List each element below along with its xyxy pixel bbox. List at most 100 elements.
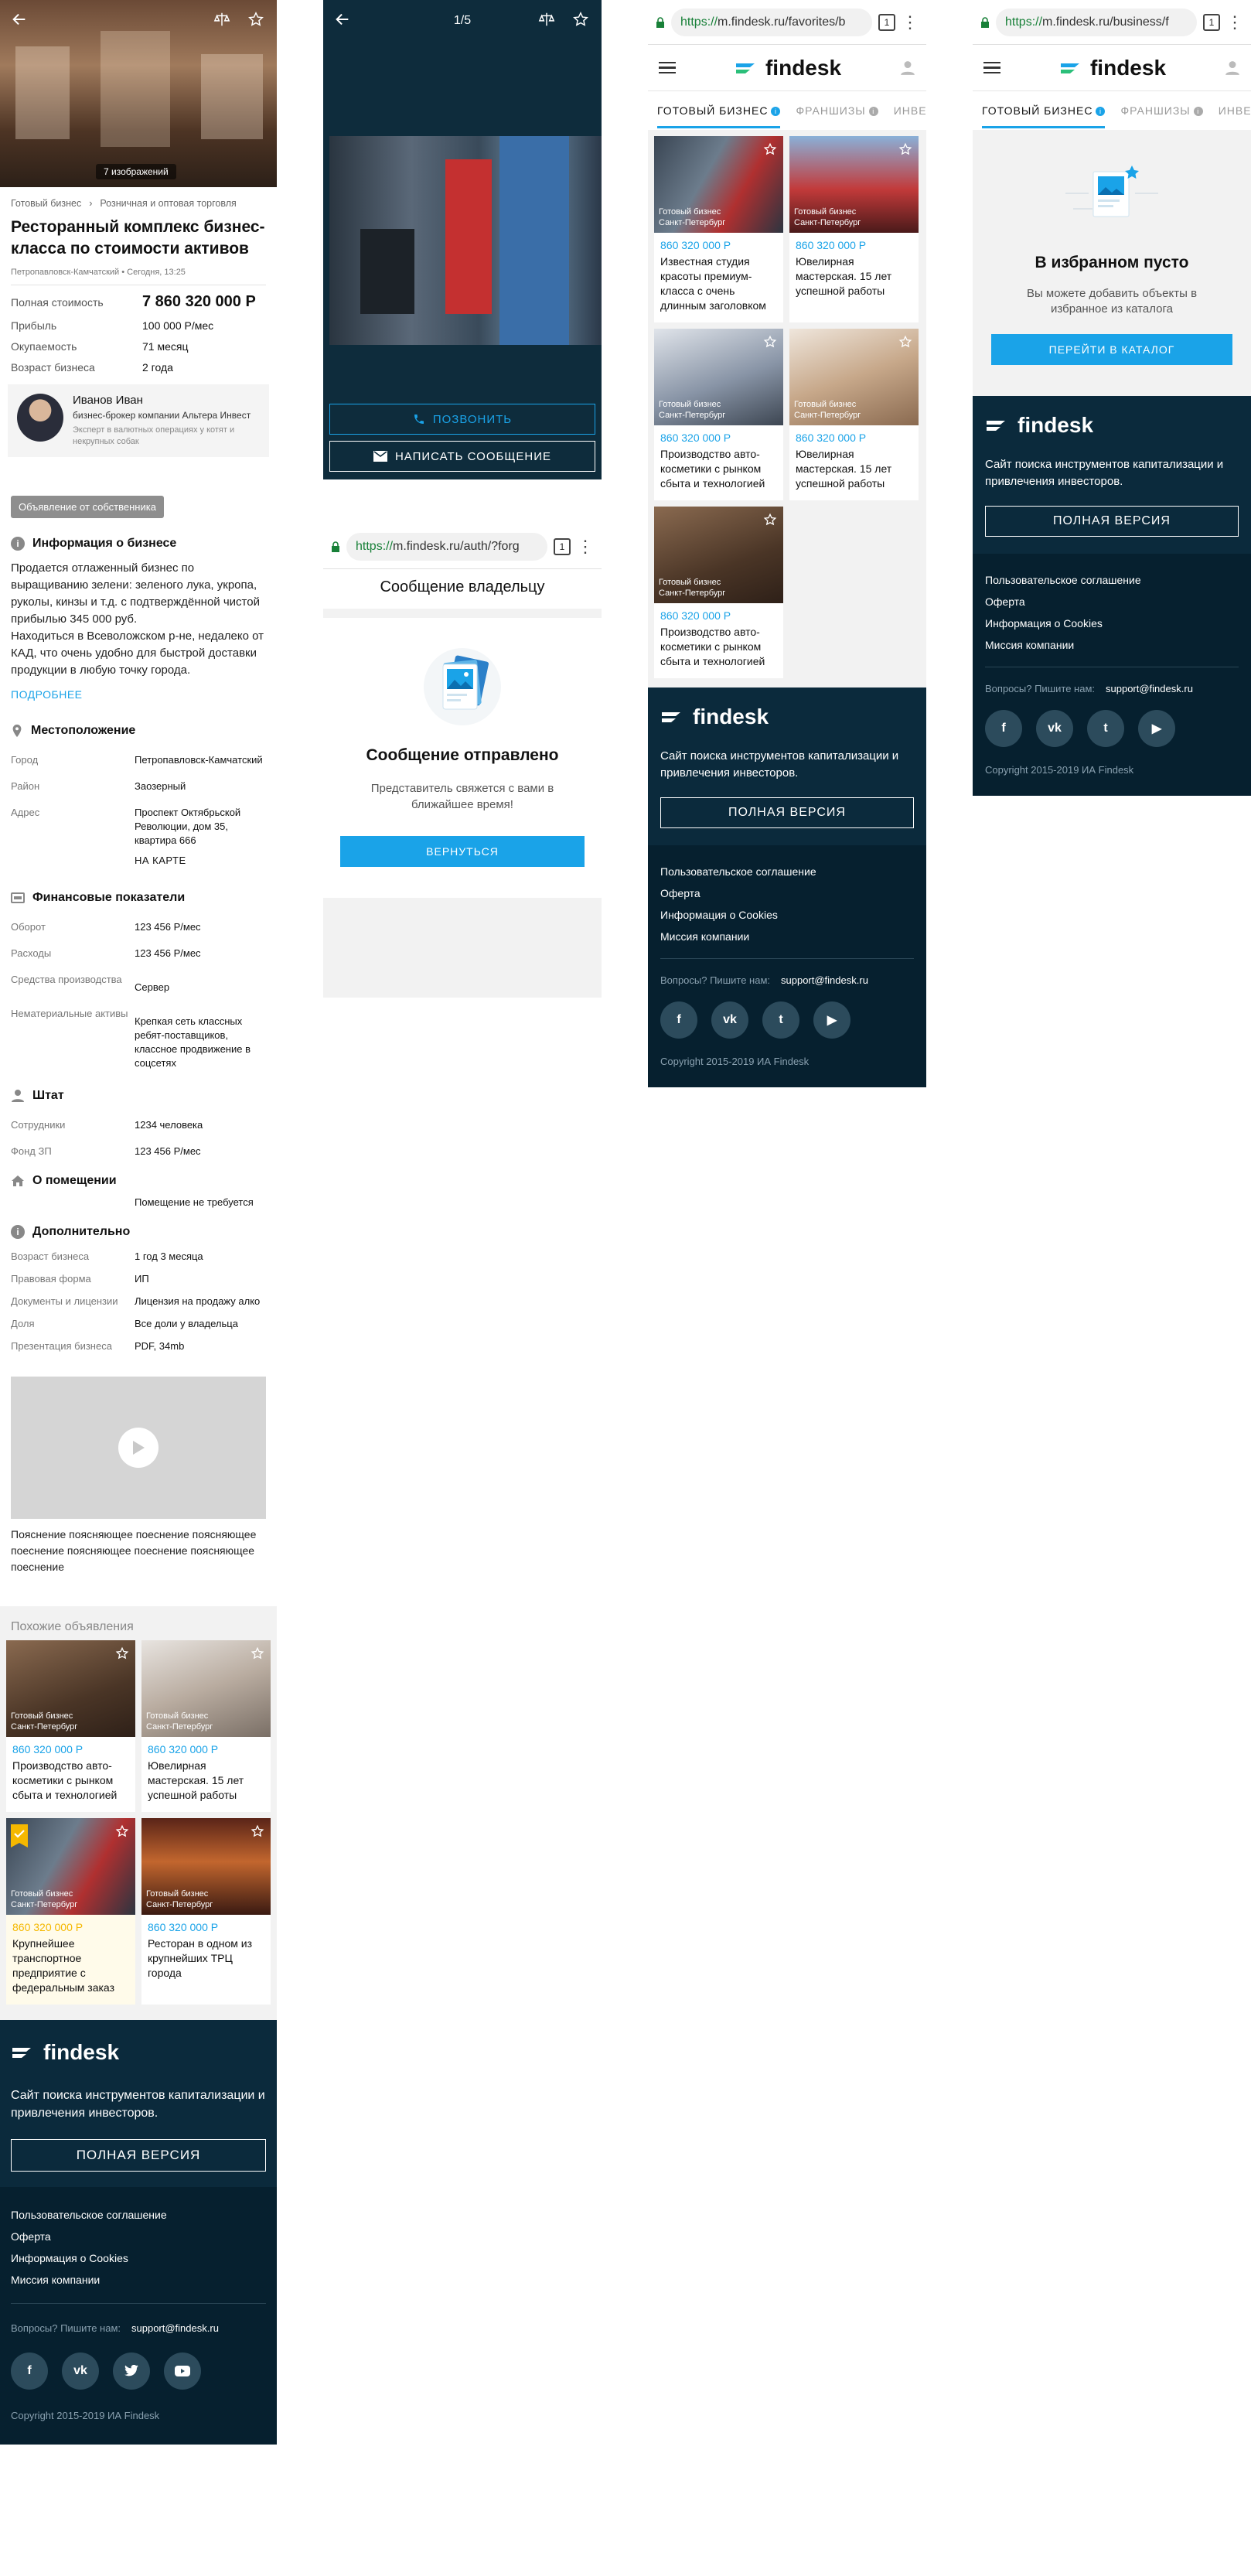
star-icon[interactable]: [251, 1824, 264, 1838]
more-vert-icon[interactable]: ⋮: [902, 13, 919, 31]
compare-icon[interactable]: [213, 11, 230, 28]
tab-franchises[interactable]: ФРАНШИЗЫ i: [1120, 104, 1203, 117]
send-message-button[interactable]: НАПИСАТЬ СООБЩЕНИЕ: [329, 441, 595, 472]
more-vert-icon[interactable]: ⋮: [1226, 13, 1243, 31]
card-title: Крупнейшее транспортное предприятие с фе…: [12, 1937, 114, 1994]
star-icon[interactable]: [247, 11, 264, 28]
full-version-button[interactable]: ПОЛНАЯ ВЕРСИЯ: [11, 2139, 266, 2172]
more-link[interactable]: ПОДРОБНЕЕ: [0, 679, 277, 701]
star-icon[interactable]: [763, 335, 777, 349]
full-version-button[interactable]: ПОЛНАЯ ВЕРСИЯ: [660, 797, 914, 828]
star-icon[interactable]: [763, 142, 777, 156]
presentation-link[interactable]: PDF, 34mb: [135, 1339, 266, 1353]
play-icon[interactable]: [118, 1428, 159, 1468]
facebook-icon[interactable]: f: [985, 710, 1022, 747]
video-player[interactable]: [11, 1377, 266, 1519]
gallery-photo[interactable]: [329, 136, 602, 345]
map-link[interactable]: НА КАРТЕ: [135, 854, 266, 868]
footer-link[interactable]: Информация о Cookies: [985, 612, 1239, 634]
footer-link[interactable]: Оферта: [985, 591, 1239, 612]
support-email[interactable]: support@findesk.ru: [1106, 683, 1193, 694]
tabs-count-button[interactable]: 1: [554, 537, 571, 555]
full-version-button[interactable]: ПОЛНАЯ ВЕРСИЯ: [985, 506, 1239, 537]
youtube-icon[interactable]: [164, 2353, 201, 2390]
tab-investments[interactable]: ИНВЕ: [1219, 104, 1251, 117]
listing-card[interactable]: Готовый бизнес Санкт-Петербург 860 320 00…: [789, 136, 919, 322]
tab-ready-business[interactable]: ГОТОВЫЙ БИЗНЕС i: [982, 94, 1106, 128]
vk-icon[interactable]: vk: [1036, 710, 1073, 747]
facebook-icon[interactable]: f: [660, 1001, 697, 1039]
footer-logo[interactable]: findesk: [11, 2040, 266, 2065]
listing-card[interactable]: Готовый бизнес Санкт-Петербург 860 320 00…: [654, 329, 783, 500]
footer-logo[interactable]: findesk: [985, 413, 1239, 438]
compare-icon[interactable]: [538, 11, 555, 28]
star-icon[interactable]: [251, 1646, 264, 1660]
back-button[interactable]: ВЕРНУТЬСЯ: [340, 836, 585, 867]
avatar: [17, 394, 63, 442]
user-icon[interactable]: [1225, 60, 1240, 76]
breadcrumb-item[interactable]: Готовый бизнес: [11, 198, 81, 209]
more-vert-icon[interactable]: ⋮: [577, 537, 594, 555]
favorites-empty-screen: https://m.findesk.ru/business/f 1 ⋮ find…: [973, 0, 1251, 796]
listing-card[interactable]: Готовый бизнес Санкт-Петербург 860 320 00…: [141, 1640, 271, 1812]
star-icon[interactable]: [572, 11, 589, 28]
tab-ready-business[interactable]: ГОТОВЫЙ БИЗНЕС i: [657, 94, 781, 128]
footer-link[interactable]: Оферта: [11, 2226, 266, 2247]
tabs-count-button[interactable]: 1: [878, 13, 895, 31]
url-field[interactable]: https://m.findesk.ru/favorites/b: [671, 8, 872, 36]
tabs-count-button[interactable]: 1: [1203, 13, 1220, 31]
user-icon[interactable]: [900, 60, 915, 76]
menu-icon[interactable]: [983, 59, 1000, 77]
footer-link[interactable]: Оферта: [660, 882, 914, 904]
stat-label: Возраст бизнеса: [11, 361, 95, 374]
footer-link[interactable]: Пользовательское соглашение: [11, 2204, 266, 2226]
youtube-icon[interactable]: ▶: [813, 1001, 850, 1039]
footer-link[interactable]: Информация о Cookies: [11, 2247, 266, 2269]
go-to-catalog-button[interactable]: ПЕРЕЙТИ В КАТАЛОГ: [991, 334, 1232, 365]
card-category: Готовый бизнес: [11, 1889, 73, 1899]
vk-icon[interactable]: vk: [711, 1001, 748, 1039]
url-field[interactable]: https://m.findesk.ru/business/f: [996, 8, 1197, 36]
listing-card[interactable]: Готовый бизнес Санкт-Петербург 860 320 00…: [654, 507, 783, 678]
youtube-icon[interactable]: ▶: [1138, 710, 1175, 747]
listing-card[interactable]: Готовый бизнес Санкт-Петербург 860 320 00…: [6, 1640, 135, 1812]
footer: findesk Сайт поиска инструментов капитал…: [0, 2020, 277, 2445]
listing-card[interactable]: Готовый бизнес Санкт-Петербург 860 320 00…: [789, 329, 919, 500]
star-icon[interactable]: [115, 1646, 129, 1660]
star-icon[interactable]: [898, 142, 912, 156]
twitter-icon[interactable]: t: [762, 1001, 799, 1039]
broker-card[interactable]: Иванов Иван бизнес-брокер компании Альте…: [8, 384, 269, 457]
back-arrow-icon[interactable]: [11, 11, 28, 28]
findesk-logo[interactable]: findesk: [1059, 56, 1166, 80]
support-email[interactable]: support@findesk.ru: [781, 974, 868, 986]
menu-icon[interactable]: [659, 59, 676, 77]
tab-franchises[interactable]: ФРАНШИЗЫ i: [796, 104, 878, 117]
tab-investments[interactable]: ИНВЕ: [894, 104, 926, 117]
footer-link[interactable]: Миссия компании: [11, 2269, 266, 2291]
footer-link[interactable]: Пользовательское соглашение: [985, 569, 1239, 591]
breadcrumb-item[interactable]: Розничная и оптовая торговля: [100, 198, 236, 209]
twitter-icon[interactable]: [113, 2353, 150, 2390]
star-icon[interactable]: [115, 1824, 129, 1838]
footer-logo[interactable]: findesk: [660, 705, 914, 729]
listing-card[interactable]: Готовый бизнес Санкт-Петербург 860 320 00…: [141, 1818, 271, 2005]
call-button[interactable]: ПОЗВОНИТЬ: [329, 404, 595, 435]
url-field[interactable]: https://m.findesk.ru/auth/?forg: [346, 532, 547, 561]
listing-card[interactable]: Готовый бизнес Санкт-Петербург 860 320 00…: [654, 136, 783, 322]
star-icon[interactable]: [763, 513, 777, 527]
support-email[interactable]: support@findesk.ru: [131, 2322, 219, 2334]
footer-link[interactable]: Миссия компании: [985, 634, 1239, 656]
twitter-icon[interactable]: t: [1087, 710, 1124, 747]
facebook-icon[interactable]: f: [11, 2353, 48, 2390]
envelope-icon: [373, 451, 387, 462]
listing-card[interactable]: Готовый бизнес Санкт-Петербург 860 320 00…: [6, 1818, 135, 2005]
footer-link[interactable]: Пользовательское соглашение: [660, 861, 914, 882]
findesk-logo[interactable]: findesk: [735, 56, 841, 80]
listing-hero-image[interactable]: 7 изображений: [0, 0, 277, 187]
card-title: Производство авто-косметики с рынком сбы…: [660, 626, 765, 667]
vk-icon[interactable]: vk: [62, 2353, 99, 2390]
star-icon[interactable]: [898, 335, 912, 349]
footer-link[interactable]: Информация о Cookies: [660, 904, 914, 926]
footer-link[interactable]: Миссия компании: [660, 926, 914, 947]
contact-screens: 1/5 ПОЗВОНИТЬ НАПИСАТЬ СООБЩЕНИЕ https:/…: [323, 0, 602, 1005]
